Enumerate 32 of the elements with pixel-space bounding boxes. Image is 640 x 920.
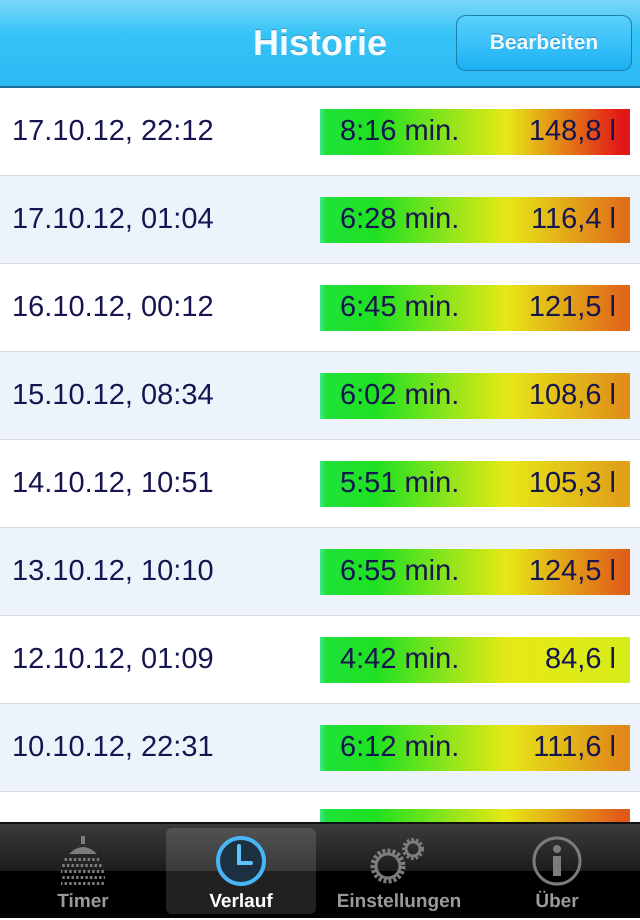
date-time: 13.10.12, 10:10 [12,555,215,588]
volume: 108,6 l [528,379,616,412]
date-time: 10.10.12, 22:31 [12,731,215,764]
date-time: 15.10.12, 08:34 [12,379,215,412]
date-time: 12.10.12, 01:09 [12,643,215,676]
duration: 4:42 min. [340,643,460,676]
duration: 6:12 min. [340,731,460,764]
date-time: 17.10.12, 22:12 [12,115,215,148]
date-time: 17.10.12, 01:04 [12,203,215,236]
volume: 148,8 l [528,115,616,148]
tab[interactable]: Timer [8,828,158,914]
duration: 6:02 min. [340,379,460,412]
volume: 105,3 l [528,467,616,500]
screen-title: Historie [252,22,388,64]
duration: 6:45 min. [340,291,460,324]
clock-icon [215,834,267,886]
shower-icon [61,836,105,886]
volume: 84,6 l [545,643,616,676]
date-time: 16.10.12, 00:12 [12,291,215,324]
duration: 8:16 min. [340,115,460,148]
duration: 6:55 min. [340,555,460,588]
volume: 121,5 l [528,291,616,324]
volume: 124,5 l [528,555,616,588]
tab[interactable]: Über [482,828,632,914]
tab[interactable]: Einstellungen [324,828,474,914]
volume: 116,4 l [531,203,616,236]
volume: 111,6 l [533,731,616,764]
duration: 5:51 min. [340,467,460,500]
tab[interactable]: Verlauf [166,828,316,914]
duration: 6:28 min. [340,203,460,236]
date-time: 14.10.12, 10:51 [12,467,215,500]
info-icon [531,834,583,886]
